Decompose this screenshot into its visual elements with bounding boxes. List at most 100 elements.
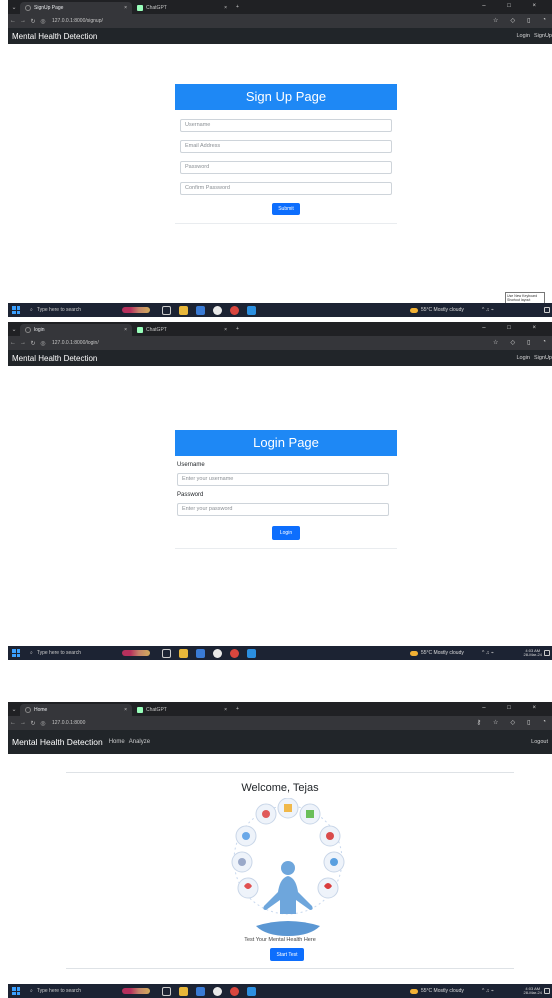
photos-icon[interactable] [196, 648, 205, 658]
close-tab-icon[interactable]: × [224, 707, 227, 713]
task-view-icon[interactable] [162, 986, 171, 996]
submit-button[interactable]: Submit [272, 203, 300, 215]
nav-signup-link[interactable]: SignUp [534, 355, 552, 361]
tab-search-icon[interactable]: ⌄ [8, 706, 20, 713]
photos-icon[interactable] [196, 305, 205, 315]
new-tab-button[interactable]: + [232, 326, 239, 332]
weather-widget[interactable]: 55°C Mostly cloudy [410, 988, 464, 994]
sidebar-icon[interactable]: ▯ [527, 719, 530, 726]
chrome-icon[interactable] [213, 986, 222, 996]
photos-icon[interactable] [196, 986, 205, 996]
nav-login-link[interactable]: Login [516, 33, 529, 39]
site-info-icon[interactable]: ◎ [38, 340, 48, 347]
url-field[interactable]: 127.0.0.1:8000 [52, 720, 85, 726]
forward-icon[interactable]: → [18, 340, 28, 346]
window-controls[interactable]: – □ × [482, 3, 546, 9]
reload-icon[interactable]: ↻ [28, 720, 38, 727]
nav-home-link[interactable]: Home [109, 739, 125, 745]
forward-icon[interactable]: → [18, 720, 28, 726]
taskbar-clock[interactable]: 4:03 AM 28-Mar-24 [524, 649, 542, 657]
close-tab-icon[interactable]: × [124, 707, 127, 713]
notification-icon[interactable] [544, 650, 550, 656]
file-explorer-icon[interactable] [179, 305, 188, 315]
bookmark-star-icon[interactable]: ☆ [493, 719, 498, 726]
tab-home[interactable]: Home × [20, 704, 132, 716]
window-controls[interactable]: – □ × [482, 325, 546, 331]
username-input[interactable]: Enter your username [177, 473, 389, 486]
new-tab-button[interactable]: + [232, 4, 239, 10]
sidebar-icon[interactable]: ▯ [527, 339, 530, 346]
logout-link[interactable]: Logout [531, 739, 548, 745]
window-controls[interactable]: – □ × [482, 705, 546, 711]
login-button[interactable]: Login [271, 526, 301, 540]
windows-start-icon[interactable] [12, 987, 20, 995]
reload-icon[interactable]: ↻ [28, 340, 38, 347]
chrome-profile-icon[interactable] [230, 986, 239, 996]
file-explorer-icon[interactable] [179, 648, 188, 658]
site-info-icon[interactable]: ◎ [38, 18, 48, 25]
chrome-icon[interactable] [213, 648, 222, 658]
back-icon[interactable]: ← [8, 720, 18, 726]
chrome-profile-icon[interactable] [230, 305, 239, 315]
tab-search-icon[interactable]: ⌄ [8, 326, 20, 333]
chrome-profile-icon[interactable] [230, 648, 239, 658]
taskbar-search[interactable]: ⌕ Type here to search [30, 988, 118, 994]
brand-link[interactable]: Mental Health Detection [12, 32, 97, 41]
extensions-icon[interactable]: ◇ [510, 17, 515, 24]
profile-icon[interactable]: ◔ [542, 719, 546, 726]
chrome-icon[interactable] [213, 305, 222, 315]
taskbar-search[interactable]: ⌕ Type here to search [30, 307, 118, 313]
weather-widget[interactable]: 55°C Mostly cloudy [410, 650, 464, 656]
start-test-button[interactable]: Start Test [270, 948, 304, 961]
nav-signup-link[interactable]: SignUp [534, 33, 552, 39]
url-field[interactable]: 127.0.0.1:8000/signup/ [52, 18, 103, 24]
new-tab-button[interactable]: + [232, 706, 239, 712]
extensions-icon[interactable]: ◇ [510, 339, 515, 346]
file-explorer-icon[interactable] [179, 986, 188, 996]
confirm-password-input[interactable]: Confirm Password [180, 182, 392, 195]
vscode-icon[interactable] [247, 305, 256, 315]
vscode-icon[interactable] [247, 648, 256, 658]
tab-login[interactable]: login × [20, 324, 132, 336]
forward-icon[interactable]: → [18, 18, 28, 24]
task-view-icon[interactable] [162, 305, 171, 315]
system-tray-icons[interactable]: ^ ♫ ⌁ [482, 307, 494, 313]
close-tab-icon[interactable]: × [224, 5, 227, 11]
password-input[interactable]: Enter your password [177, 503, 389, 516]
close-tab-icon[interactable]: × [124, 5, 127, 11]
vscode-icon[interactable] [247, 986, 256, 996]
taskbar-search[interactable]: ⌕ Type here to search [30, 650, 118, 656]
password-input[interactable]: Password [180, 161, 392, 174]
tab-signup[interactable]: SignUp Page × [20, 2, 132, 14]
taskbar-clock[interactable]: 4:03 AM 28-Mar-24 [524, 987, 542, 995]
brand-link[interactable]: Mental Health Detection [12, 354, 97, 363]
notification-icon[interactable] [544, 988, 550, 994]
sidebar-icon[interactable]: ▯ [527, 17, 530, 24]
nav-login-link[interactable]: Login [516, 355, 529, 361]
notification-icon[interactable] [544, 307, 550, 313]
extensions-icon[interactable]: ◇ [510, 719, 515, 726]
tab-chatgpt[interactable]: ChatGPT × [132, 324, 232, 336]
password-key-icon[interactable]: ⚷ [477, 719, 481, 726]
task-view-icon[interactable] [162, 648, 171, 658]
windows-start-icon[interactable] [12, 649, 20, 657]
windows-start-icon[interactable] [12, 306, 20, 314]
reload-icon[interactable]: ↻ [28, 18, 38, 25]
profile-icon[interactable]: ◔ [542, 339, 546, 346]
system-tray-icons[interactable]: ^ ♫ ⌁ [482, 988, 494, 994]
back-icon[interactable]: ← [8, 18, 18, 24]
weather-widget[interactable]: 55°C Mostly cloudy [410, 307, 464, 313]
email-input[interactable]: Email Address [180, 140, 392, 153]
bookmark-star-icon[interactable]: ☆ [493, 339, 498, 346]
back-icon[interactable]: ← [8, 340, 18, 346]
profile-icon[interactable]: ◔ [542, 17, 546, 24]
url-field[interactable]: 127.0.0.1:8000/login/ [52, 340, 99, 346]
tab-search-icon[interactable]: ⌄ [8, 4, 20, 11]
brand-link[interactable]: Mental Health Detection [12, 737, 103, 747]
system-tray-icons[interactable]: ^ ♫ ⌁ [482, 650, 494, 656]
close-tab-icon[interactable]: × [124, 327, 127, 333]
username-input[interactable]: Username [180, 119, 392, 132]
site-info-icon[interactable]: ◎ [38, 720, 48, 727]
nav-analyze-link[interactable]: Analyze [129, 739, 150, 745]
bookmark-star-icon[interactable]: ☆ [493, 17, 498, 24]
